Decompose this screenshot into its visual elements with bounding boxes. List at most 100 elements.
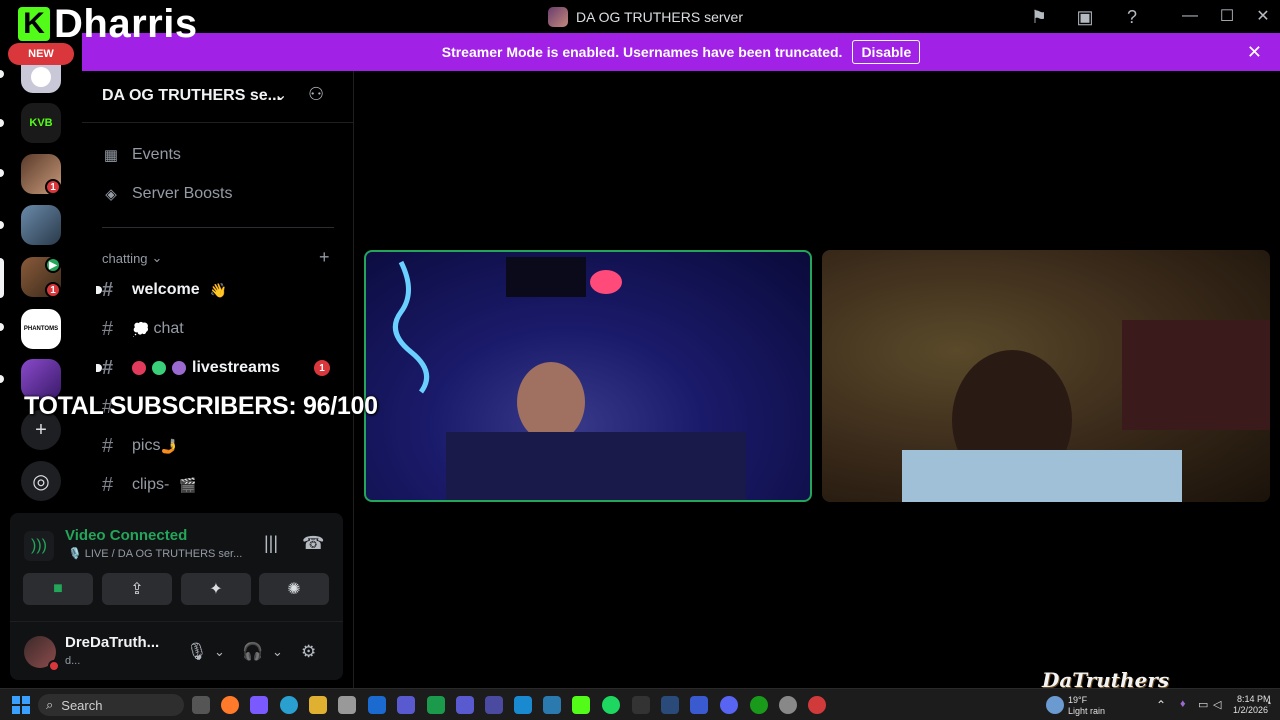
purple-circle-icon xyxy=(172,361,186,375)
clock-date[interactable]: 1/2/2026 xyxy=(1233,705,1268,715)
hash-icon: # xyxy=(102,434,114,457)
divider xyxy=(102,227,334,228)
microphone-icon[interactable]: 🎙 xyxy=(186,642,208,662)
server-header[interactable]: DA OG TRUTHERS se... ⌄ ⚇ xyxy=(82,71,354,123)
banner-message: Streamer Mode is enabled. Usernames have… xyxy=(441,44,843,60)
windows-start-icon[interactable] xyxy=(12,696,30,714)
camera-icon: ■ xyxy=(53,580,63,597)
server-icon-phantoms[interactable]: PHANTOMS xyxy=(21,309,61,349)
app-icon[interactable] xyxy=(690,696,708,714)
notification-bell-icon[interactable]: ◔ xyxy=(1265,698,1272,710)
firefox-icon[interactable] xyxy=(221,696,239,714)
activities-button[interactable]: ✦ xyxy=(181,573,251,605)
minimize-icon[interactable]: — xyxy=(1180,6,1200,26)
discord-icon[interactable] xyxy=(720,696,738,714)
signal-icon: ))) xyxy=(24,531,54,561)
camera-button[interactable]: ■ xyxy=(23,573,93,605)
category-label: chatting xyxy=(102,250,148,266)
steam-icon[interactable] xyxy=(661,696,679,714)
app-icon[interactable] xyxy=(427,696,445,714)
weather-temp: 19°F xyxy=(1068,695,1088,705)
channel-welcome[interactable]: # welcome 👋 xyxy=(96,274,342,306)
nav-events[interactable]: ▦ Events xyxy=(102,146,181,164)
channel-chat[interactable]: # 💭 chat xyxy=(102,313,342,345)
invite-icon[interactable]: ⚇ xyxy=(308,84,324,105)
app-icon[interactable] xyxy=(456,696,474,714)
outlook-icon[interactable] xyxy=(368,696,386,714)
soundboard-button[interactable]: ✺ xyxy=(259,573,329,605)
flag-icon[interactable]: ⚑ xyxy=(1028,6,1050,28)
live-icon: ▶ xyxy=(45,257,61,273)
status-dnd-icon xyxy=(48,660,60,672)
screen-share-button[interactable]: ⇪ xyxy=(102,573,172,605)
username: DreDaTruth... xyxy=(65,634,160,651)
channel-pics[interactable]: # pics 🤳 xyxy=(102,430,342,462)
wave-emoji: 👋 xyxy=(209,281,228,298)
app-root: DA OG TRUTHERS server ⚑ ▣ ? — ☐ ✕ K Dhar… xyxy=(0,0,1280,720)
add-channel-icon[interactable]: + xyxy=(319,247,330,268)
network-icon[interactable]: ▭ xyxy=(1198,698,1208,711)
unread-pill xyxy=(0,375,4,383)
app-icon[interactable] xyxy=(543,696,561,714)
server-icon[interactable] xyxy=(21,205,61,245)
app-icon[interactable] xyxy=(485,696,503,714)
disconnect-icon[interactable]: ☎ xyxy=(302,533,324,554)
tray-app-icon[interactable]: ♦ xyxy=(1180,698,1186,710)
channel-livestreams[interactable]: # livestreams 1 xyxy=(96,352,342,384)
channel-name: clips- xyxy=(132,476,170,493)
soundboard-icon[interactable]: ||| xyxy=(264,533,278,554)
store-icon[interactable] xyxy=(338,696,356,714)
unread-pill xyxy=(0,119,4,127)
close-window-icon[interactable]: ✕ xyxy=(1253,6,1273,26)
channel-clips[interactable]: # clips- 🎬 xyxy=(102,469,342,501)
activities-icon: ✦ xyxy=(209,581,223,598)
disable-button[interactable]: Disable xyxy=(852,40,921,64)
nav-server-boosts[interactable]: ◈ Server Boosts xyxy=(102,185,232,203)
chevron-up-icon[interactable]: ⌃ xyxy=(1156,698,1166,712)
help-icon[interactable]: ? xyxy=(1121,6,1143,28)
window-title-group: DA OG TRUTHERS server xyxy=(548,7,743,27)
boost-icon: ◈ xyxy=(105,186,117,203)
video-feed-2 xyxy=(902,320,1270,502)
voice-status[interactable]: Video Connected xyxy=(65,527,187,544)
teams-icon[interactable] xyxy=(397,696,415,714)
copilot-icon[interactable] xyxy=(250,696,268,714)
server-icon-kvb[interactable]: KVB xyxy=(21,103,61,143)
video-tile-speaking[interactable] xyxy=(364,250,812,502)
unread-pill xyxy=(0,221,4,229)
kick-icon[interactable] xyxy=(572,696,590,714)
xbox-icon[interactable] xyxy=(750,696,768,714)
edge-icon[interactable] xyxy=(280,696,298,714)
chevron-down-icon[interactable]: ⌄ xyxy=(214,644,225,660)
chevron-down-icon[interactable]: ⌄ xyxy=(274,85,287,105)
search-icon: ⌕ xyxy=(46,697,54,712)
epic-games-icon[interactable] xyxy=(632,696,650,714)
file-explorer-icon[interactable] xyxy=(309,696,327,714)
unread-pill xyxy=(0,70,4,78)
chevron-down-icon[interactable]: ⌄ xyxy=(272,644,283,660)
close-icon[interactable]: ✕ xyxy=(1247,42,1262,63)
selected-pill xyxy=(0,258,4,298)
category-header[interactable]: chatting ⌄ xyxy=(102,250,162,266)
weather-desc: Light rain xyxy=(1068,706,1106,716)
spotify-icon[interactable] xyxy=(602,696,620,714)
taskbar-search[interactable]: ⌕ Search xyxy=(38,694,184,716)
video-tile[interactable] xyxy=(822,250,1270,502)
app-icon[interactable] xyxy=(514,696,532,714)
task-view-icon[interactable] xyxy=(192,696,210,714)
kick-brand-overlay: K Dharris xyxy=(18,2,198,46)
inbox-icon[interactable]: ▣ xyxy=(1074,6,1096,28)
settings-icon[interactable] xyxy=(779,696,797,714)
hash-icon: # xyxy=(102,356,114,379)
headphones-icon[interactable]: 🎧 xyxy=(242,642,263,662)
voice-channel[interactable]: 🎙️ LIVE / DA OG TRUTHERS ser... xyxy=(68,547,242,560)
screen-share-icon: ⇪ xyxy=(130,581,144,598)
nav-label: Events xyxy=(132,146,181,163)
unread-pill xyxy=(0,169,4,177)
speaker-icon[interactable]: ◁ xyxy=(1213,698,1221,711)
app-icon[interactable] xyxy=(808,696,826,714)
discover-icon[interactable]: ◎ xyxy=(21,461,61,501)
gear-icon[interactable]: ⚙ xyxy=(301,642,316,662)
maximize-icon[interactable]: ☐ xyxy=(1217,6,1237,26)
video-feed-1 xyxy=(392,257,746,500)
